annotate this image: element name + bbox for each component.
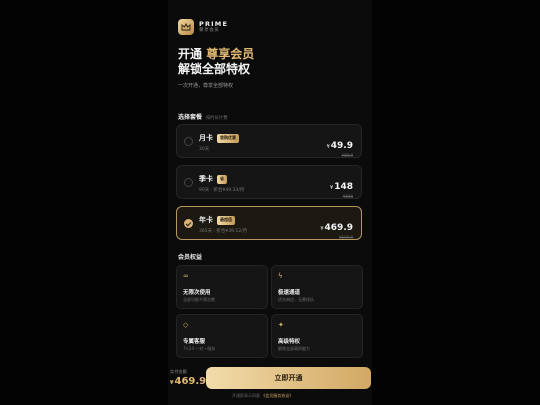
plan-price-value: 148 — [334, 182, 353, 192]
plan-desc: 365天 · 折合¥39.12/月 — [199, 229, 248, 234]
plan-name: 季卡 — [199, 175, 213, 183]
plan-radio[interactable] — [184, 178, 193, 187]
benefit-title: 无限次使用 — [183, 290, 211, 296]
plan-card-yearly[interactable]: 年卡 最超值 365天 · 折合¥39.12/月 ¥469.9 ¥699.9 — [176, 206, 362, 240]
pay-total-value: 469.9 — [174, 376, 207, 387]
hero-title-highlight: 尊享会员 — [206, 47, 255, 61]
currency-symbol: ¥ — [326, 144, 330, 150]
plan-radio[interactable] — [184, 137, 193, 146]
plan-price: ¥469.9 ¥699.9 — [320, 215, 353, 240]
brand-header: PRIME 尊享会员 — [178, 19, 228, 35]
brand-subtitle: 尊享会员 — [199, 28, 220, 33]
plans-title: 选择套餐 — [178, 114, 203, 121]
benefits-section-title: 会员权益 — [178, 254, 203, 261]
plans-section-title: 选择套餐 按时长计费 — [178, 112, 228, 121]
benefit-desc: 解锁全部高阶能力 — [278, 346, 310, 351]
agreement-text: 开通即表示同意 《会员服务协议》 — [232, 393, 293, 399]
plan-radio-checked[interactable] — [184, 219, 193, 228]
hero-title: 开通 尊享会员 解锁全部特权 — [178, 47, 254, 77]
crown-icon — [178, 19, 194, 35]
benefit-title: 专属客服 — [183, 339, 206, 345]
benefit-title: 高级特权 — [278, 339, 301, 345]
sparkle-icon: ✦ — [278, 321, 284, 329]
plan-badge: 首购优惠 — [217, 133, 239, 143]
benefit-desc: 全部功能不限次数 — [183, 297, 215, 302]
plan-price-value: 49.9 — [330, 141, 353, 151]
benefit-card: ϟ 极速通道 优先响应，无需排队 — [271, 265, 363, 309]
agreement-link[interactable]: 《会员服务协议》 — [261, 393, 293, 398]
pay-label: 实付金额 — [170, 369, 187, 374]
plan-original-price: ¥69.9 — [341, 153, 353, 158]
hero-title-prefix: 开通 — [178, 47, 207, 61]
plan-price: ¥148 ¥198 — [330, 174, 353, 199]
shield-icon: ◇ — [183, 321, 189, 329]
plan-name: 年卡 — [199, 216, 213, 224]
benefit-card: ✦ 高级特权 解锁全部高阶能力 — [271, 314, 363, 358]
plan-price: ¥49.9 ¥69.9 — [327, 133, 353, 158]
plan-desc: 90天 · 折合¥49.33/月 — [199, 188, 245, 193]
checkout-bar: 实付金额 ¥469.9 立即开通 开通即表示同意 《会员服务协议》 — [168, 362, 372, 405]
pay-total: ¥469.9 — [170, 376, 206, 387]
agreement-prefix: 开通即表示同意 — [232, 393, 260, 398]
infinity-icon: ∞ — [183, 272, 189, 280]
plan-card-quarterly[interactable]: 季卡省 90天 · 折合¥49.33/月 ¥148 ¥198 — [176, 165, 362, 199]
lightning-icon: ϟ — [278, 272, 283, 280]
membership-screen: PRIME 尊享会员 开通 尊享会员 解锁全部特权 一次开通，尊享全部特权 选择… — [168, 0, 372, 405]
plan-name: 月卡 — [199, 134, 213, 142]
benefit-desc: 优先响应，无需排队 — [278, 297, 314, 302]
plan-price-value: 469.9 — [324, 223, 353, 233]
subscribe-button[interactable]: 立即开通 — [206, 367, 371, 389]
currency-symbol: ¥ — [330, 185, 334, 191]
currency-symbol: ¥ — [170, 380, 174, 386]
benefit-title: 极速通道 — [278, 290, 301, 296]
plan-badge: 最超值 — [217, 215, 235, 225]
benefit-desc: 7×24 一对一服务 — [183, 346, 216, 351]
currency-symbol: ¥ — [320, 226, 324, 232]
benefit-card: ∞ 无限次使用 全部功能不限次数 — [176, 265, 268, 309]
plan-original-price: ¥699.9 — [339, 235, 353, 240]
benefit-card: ◇ 专属客服 7×24 一对一服务 — [176, 314, 268, 358]
plans-title-sub: 按时长计费 — [206, 116, 228, 121]
plan-badge: 省 — [217, 174, 227, 184]
plan-original-price: ¥198 — [342, 194, 353, 199]
plan-card-monthly[interactable]: 月卡 首购优惠 30天 ¥49.9 ¥69.9 — [176, 124, 362, 158]
brand-name: PRIME — [199, 19, 229, 28]
hero-title-line2: 解锁全部特权 — [178, 62, 251, 76]
hero-subtitle: 一次开通，尊享全部特权 — [178, 83, 234, 89]
plan-desc: 30天 — [199, 147, 210, 152]
